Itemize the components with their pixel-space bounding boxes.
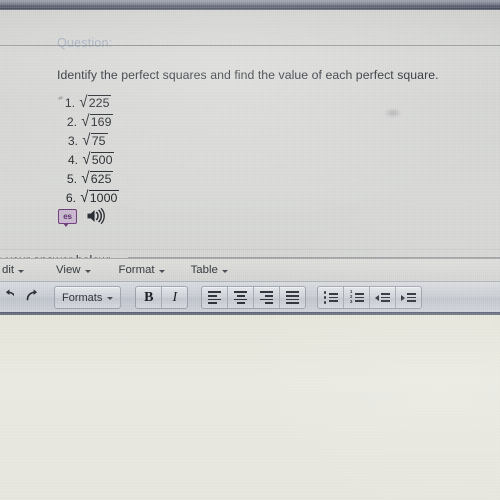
numbered-list-icon: 123 (350, 290, 364, 304)
formats-group: Formats (54, 286, 122, 309)
align-center-button[interactable] (228, 287, 255, 308)
align-center-icon (234, 291, 248, 304)
radical-expression: √ 500 (82, 151, 115, 168)
translate-es-icon[interactable]: es (58, 208, 77, 227)
chevron-down-icon (84, 269, 91, 273)
radical-sign-icon: √ (82, 151, 91, 168)
item-number: 3. (67, 134, 78, 148)
screenshot-root: Question: Identify the perfect squares a… (0, 0, 500, 500)
item-number: 1. (64, 96, 75, 110)
menu-format-label: Format (118, 264, 155, 276)
menu-view[interactable]: View (56, 264, 91, 276)
outdent-button[interactable] (370, 287, 397, 308)
item-number: 6. (65, 191, 76, 205)
list-item: 1. √ 225 (58, 94, 119, 111)
question-label: Question: (57, 36, 113, 50)
menu-format[interactable]: Format (119, 264, 165, 276)
item-number: 4. (67, 153, 78, 167)
radical-sign-icon: √ (81, 113, 90, 130)
menu-table[interactable]: Table (191, 264, 228, 276)
list-indent-group: 123 (317, 286, 423, 309)
radical-expression: √ 225 (79, 94, 112, 111)
radical-expression: √ 75 (82, 132, 108, 149)
speaker-icon[interactable] (86, 208, 106, 224)
align-left-button[interactable] (202, 287, 229, 308)
formats-dropdown[interactable]: Formats (55, 287, 120, 308)
align-right-button[interactable] (254, 287, 281, 308)
redo-button[interactable] (24, 288, 41, 307)
bulleted-list-icon (323, 291, 338, 304)
outdent-icon (375, 293, 391, 302)
radical-sign-icon: √ (79, 94, 88, 111)
undo-button[interactable] (2, 288, 14, 307)
radical-expression: √ 169 (81, 113, 114, 130)
radicand: 1000 (88, 190, 120, 205)
menu-edit-label: dit (2, 264, 15, 276)
align-left-icon (208, 291, 222, 304)
radical-sign-icon: √ (82, 132, 91, 149)
question-prompt: Identify the perfect squares and find th… (57, 68, 439, 82)
text-style-group: B I (135, 286, 189, 309)
radical-expression: √ 625 (81, 170, 114, 187)
chevron-down-icon (158, 269, 165, 273)
editor-toolbar: Formats B I 1 2 3 (0, 281, 500, 313)
radical-sign-icon: √ (81, 170, 90, 187)
screen-smudge (384, 108, 402, 118)
align-right-icon (260, 291, 274, 304)
divider-answer-top (0, 249, 500, 250)
menu-table-label: Table (190, 264, 218, 276)
radicand: 169 (89, 114, 114, 129)
radical-sign-icon: √ (80, 189, 89, 206)
numbered-list-button[interactable]: 123 (344, 287, 371, 308)
item-number: 5. (66, 172, 77, 186)
indent-icon (401, 293, 417, 302)
list-item: 4. √ 500 (61, 151, 119, 168)
align-justify-button[interactable] (280, 287, 305, 308)
question-tools: es (58, 208, 106, 227)
list-item: 2. √ 169 (60, 113, 119, 130)
editor-menubar: dit View Format Table (0, 258, 500, 281)
indent-button[interactable] (396, 287, 421, 308)
radical-list: 1. √ 225 2. √ 169 3. √ 75 4. √ 500 5. √ … (58, 94, 120, 206)
radical-expression: √ 1000 (80, 189, 120, 206)
menu-view-label: View (56, 264, 81, 276)
chevron-down-icon (107, 297, 114, 300)
menu-edit[interactable]: dit (2, 264, 25, 276)
formats-label: Formats (62, 291, 103, 304)
italic-button[interactable]: I (162, 287, 187, 308)
align-justify-icon (286, 291, 300, 304)
alignment-group (201, 286, 307, 309)
radicand: 225 (87, 95, 112, 110)
empty-desk-area (0, 315, 500, 500)
item-number: 2. (66, 115, 77, 129)
bold-button[interactable]: B (136, 287, 163, 308)
chevron-down-icon (221, 269, 228, 273)
list-item: 3. √ 75 (61, 132, 119, 149)
divider-top (0, 45, 500, 46)
chevron-down-icon (18, 269, 25, 273)
bulleted-list-button[interactable] (318, 287, 345, 308)
radicand: 625 (89, 171, 114, 186)
radicand: 500 (90, 152, 115, 167)
list-item: 6. √ 1000 (59, 189, 120, 206)
history-group (2, 288, 41, 307)
list-item: 5. √ 625 (60, 170, 119, 187)
radicand: 75 (90, 133, 108, 148)
